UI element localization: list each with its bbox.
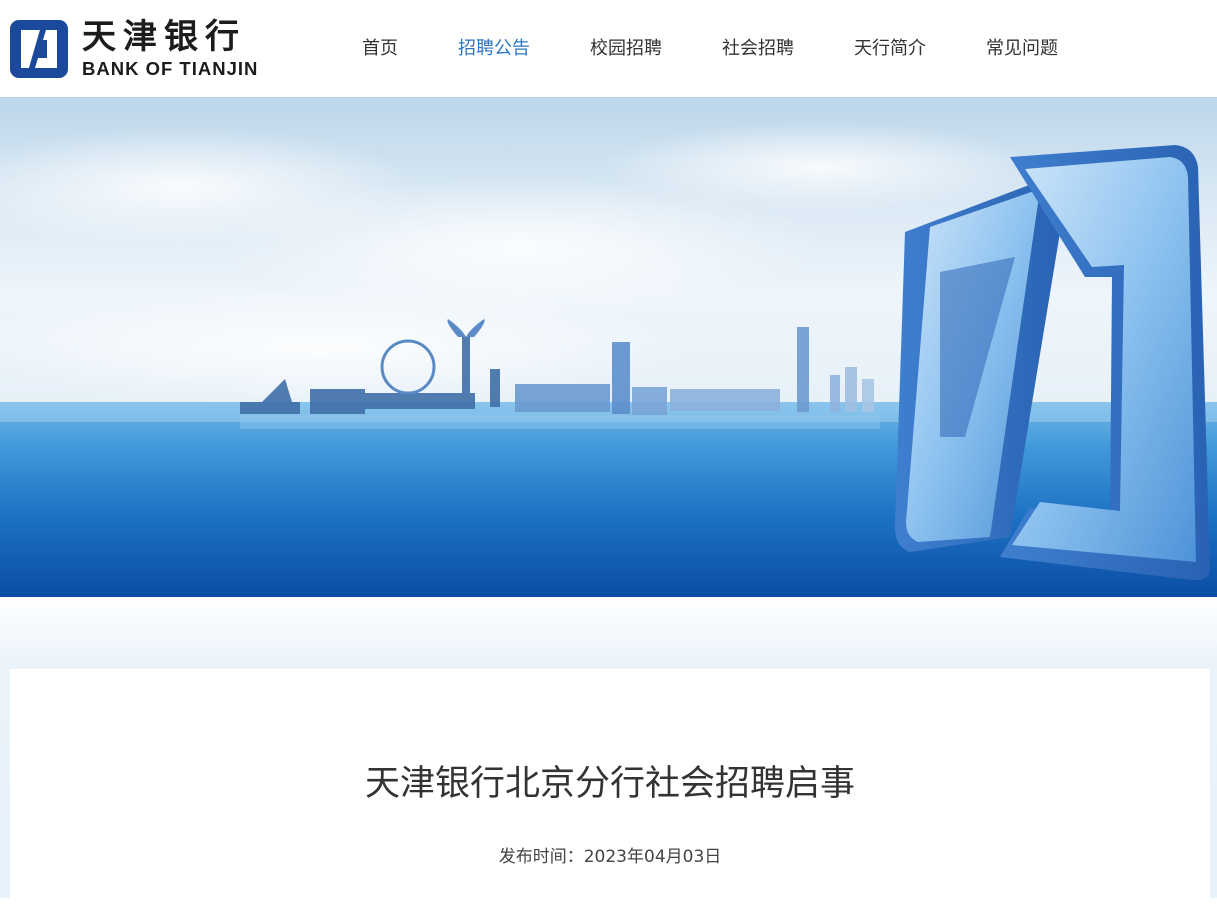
bank-logo[interactable]: 天津银行 BANK OF TIANJIN <box>10 18 258 80</box>
nav-item-home[interactable]: 首页 <box>332 0 428 97</box>
bank-name-cn: 天津银行 <box>82 17 246 57</box>
site-header: 天津银行 BANK OF TIANJIN 首页 招聘公告 校园招聘 社会招聘 天… <box>0 0 1217 97</box>
bank-name-en: BANK OF TIANJIN <box>82 58 259 79</box>
hero-banner <box>0 97 1217 597</box>
nav-item-social[interactable]: 社会招聘 <box>692 0 824 97</box>
nav-item-announcements[interactable]: 招聘公告 <box>428 0 560 97</box>
nav-item-campus[interactable]: 校园招聘 <box>560 0 692 97</box>
publish-date: 2023年04月03日 <box>583 847 722 867</box>
article-card: 天津银行北京分行社会招聘启事 发布时间：2023年04月03日 <box>10 669 1210 909</box>
banner-image <box>0 97 1217 597</box>
article-publish-info: 发布时间：2023年04月03日 <box>10 844 1210 870</box>
main-nav: 首页 招聘公告 校园招聘 社会招聘 天行简介 常见问题 <box>332 0 1088 97</box>
article-title: 天津银行北京分行社会招聘启事 <box>364 764 855 804</box>
bank-logo-mark-icon <box>10 20 68 78</box>
nav-item-about[interactable]: 天行简介 <box>824 0 956 97</box>
nav-item-faq[interactable]: 常见问题 <box>956 0 1088 97</box>
publish-label: 发布时间： <box>498 847 584 867</box>
